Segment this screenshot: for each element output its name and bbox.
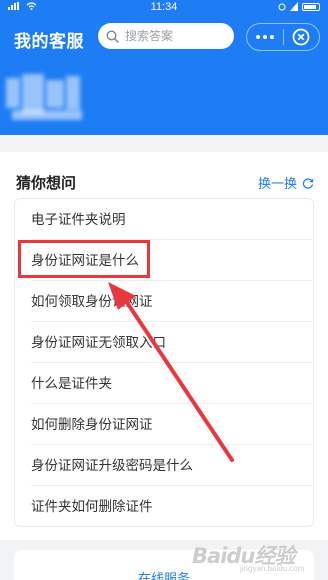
faq-item[interactable]: 如何领取身份证网证 [31, 281, 313, 322]
faq-card: 猜你想问 换一换 电子证件夹说明 身份证网证是什么 如何领取身份证网证 身份证网… [0, 152, 328, 540]
faq-title: 猜你想问 [16, 175, 77, 192]
mini-program-capsule [246, 23, 320, 51]
more-dot-icon [256, 35, 260, 39]
more-dot-icon [270, 35, 274, 39]
battery-icon [302, 2, 320, 11]
faq-item[interactable]: 如何删除身份证网证 [31, 404, 313, 445]
signal-icon-2 [290, 2, 298, 11]
faq-item[interactable]: 身份证网证是什么 [31, 240, 313, 281]
alarm-icon [278, 3, 286, 11]
close-circle-icon [293, 28, 310, 46]
status-icons-right [278, 2, 320, 11]
online-service-link[interactable]: 在线服务 [14, 568, 314, 580]
online-service-card: 在线服务 [14, 550, 314, 580]
faq-list: 电子证件夹说明 身份证网证是什么 如何领取身份证网证 身份证网证无领取入口 什么… [14, 198, 314, 527]
search-input[interactable] [125, 29, 225, 43]
refresh-button[interactable]: 换一换 [258, 173, 314, 192]
more-dot-icon [263, 35, 267, 39]
close-button[interactable] [284, 24, 319, 50]
search-bar[interactable] [98, 23, 234, 49]
page-title: 我的客服 [14, 32, 84, 51]
refresh-label: 换一换 [257, 176, 297, 191]
faq-item[interactable]: 身份证网证无领取入口 [31, 322, 313, 363]
status-bar: 11:34 [0, 0, 328, 16]
search-icon [106, 29, 119, 43]
blurred-user-info [6, 70, 96, 125]
faq-item[interactable]: 电子证件夹说明 [31, 199, 313, 240]
faq-item[interactable]: 身份证网证升级密码是什么 [31, 445, 313, 486]
header: 11:34 我的客服 [0, 0, 328, 135]
refresh-icon [302, 177, 314, 189]
faq-item[interactable]: 证件夹如何删除证件 [31, 486, 313, 527]
faq-item[interactable]: 什么是证件夹 [31, 363, 313, 404]
more-button[interactable] [247, 24, 283, 50]
